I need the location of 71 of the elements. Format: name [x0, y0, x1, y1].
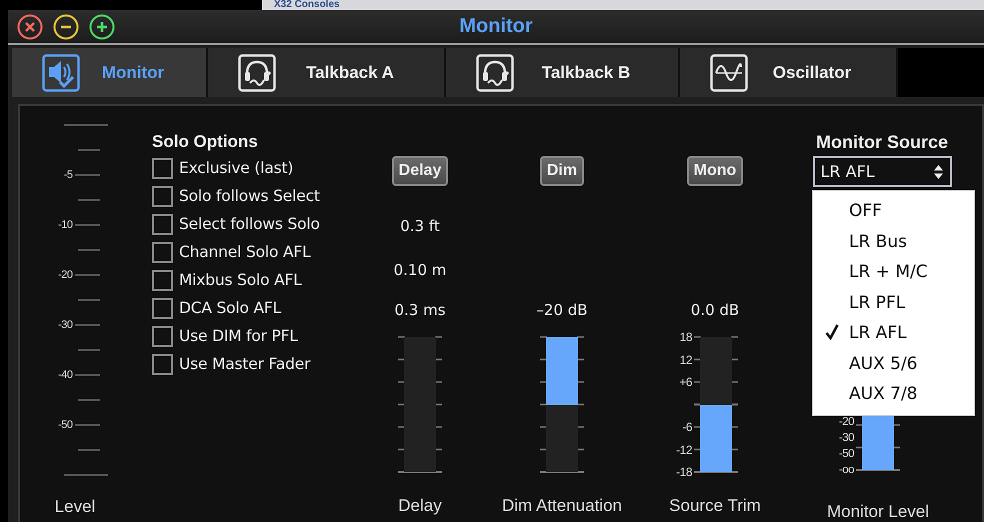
scale-label: -20	[57, 268, 72, 280]
checkbox-label: Select follows Solo	[179, 215, 320, 233]
fader-label: Dim Attenuation	[502, 496, 622, 517]
checkbox-label: DCA Solo AFL	[179, 299, 282, 317]
checkbox[interactable]	[152, 354, 173, 374]
fader-label: Source Trim	[669, 496, 761, 517]
minimize-button[interactable]	[53, 14, 79, 40]
section-title: Solo Options	[152, 132, 259, 153]
checkbox-label: Channel Solo AFL	[179, 243, 311, 261]
scale-label: -40	[57, 368, 72, 380]
speaker-check-icon	[42, 54, 80, 92]
checkbox[interactable]	[152, 214, 173, 234]
menu-item[interactable]: LR AFL	[813, 318, 974, 348]
toggle-button[interactable]: Mono	[686, 156, 744, 186]
section-title: Monitor Source	[816, 132, 948, 154]
checkbox[interactable]	[152, 298, 173, 318]
checkbox[interactable]	[152, 242, 173, 262]
tab[interactable]: Monitor	[12, 48, 208, 97]
value-readout: 0.10 m	[394, 261, 446, 279]
menu-item[interactable]: LR + M/C	[813, 257, 974, 288]
scale-label: -30	[57, 318, 72, 330]
fader[interactable]	[694, 337, 738, 472]
value-readout: 0.3 ft	[400, 217, 440, 235]
scale-label: -20	[838, 415, 854, 430]
value-readout: 0.3 ms	[394, 301, 446, 319]
scale-label: 18	[678, 330, 692, 344]
checkbox-label: Solo follows Select	[179, 187, 320, 205]
scale-label: -5	[62, 168, 72, 180]
scale-label: -50	[57, 418, 72, 430]
checkbox[interactable]	[152, 158, 173, 178]
checkbox[interactable]	[152, 186, 173, 206]
menu-item[interactable]: LR PFL	[813, 288, 974, 318]
menu-item[interactable]: OFF	[813, 196, 974, 226]
scale-label: +6	[678, 375, 692, 390]
scale-label: -50	[838, 447, 854, 462]
sine-wave-icon	[710, 54, 748, 92]
fader-label: Delay	[398, 496, 442, 517]
checkbox[interactable]	[152, 270, 173, 290]
scale-label: -6	[681, 420, 692, 434]
source-dropdown[interactable]: LR AFL	[812, 156, 952, 187]
checkbox-label: Use DIM for PFL	[179, 327, 298, 345]
headset-icon	[476, 54, 514, 92]
checkbox-label: Mixbus Solo AFL	[179, 271, 302, 289]
menu-item[interactable]: AUX 5/6	[813, 348, 974, 379]
toggle-button[interactable]: Delay	[392, 156, 448, 186]
value-readout: –20 dB	[536, 301, 588, 319]
menu-item[interactable]: AUX 7/8	[813, 379, 974, 410]
checkbox[interactable]	[152, 326, 173, 346]
updown-icon	[932, 164, 944, 180]
fader[interactable]	[540, 337, 584, 472]
background-window-title: X32 Consoles	[274, 0, 340, 10]
tab[interactable]: Talkback B	[446, 48, 680, 97]
value-readout: 0.0 dB	[690, 301, 740, 319]
close-button[interactable]	[17, 14, 43, 40]
headset-icon	[238, 54, 276, 92]
scale-title: Level	[54, 497, 96, 517]
fader-label: Monitor Level	[826, 502, 930, 522]
maximize-button[interactable]	[89, 14, 115, 40]
scale-label: -12	[675, 442, 692, 457]
scale-label: 12	[678, 352, 692, 367]
toggle-button[interactable]: Dim	[540, 156, 584, 186]
checkbox-label: Use Master Fader	[179, 355, 310, 373]
checkbox-label: Exclusive (last)	[179, 159, 294, 177]
scale-label: -30	[838, 431, 854, 446]
scale-label: -10	[57, 218, 72, 230]
window-title: Monitor	[459, 15, 533, 38]
scale-label: -oo	[838, 463, 854, 478]
scale-label: -18	[675, 465, 692, 480]
menu-item[interactable]: LR Bus	[813, 226, 974, 257]
tab[interactable]: Oscillator	[680, 48, 898, 97]
tab[interactable]: Talkback A	[208, 48, 446, 97]
